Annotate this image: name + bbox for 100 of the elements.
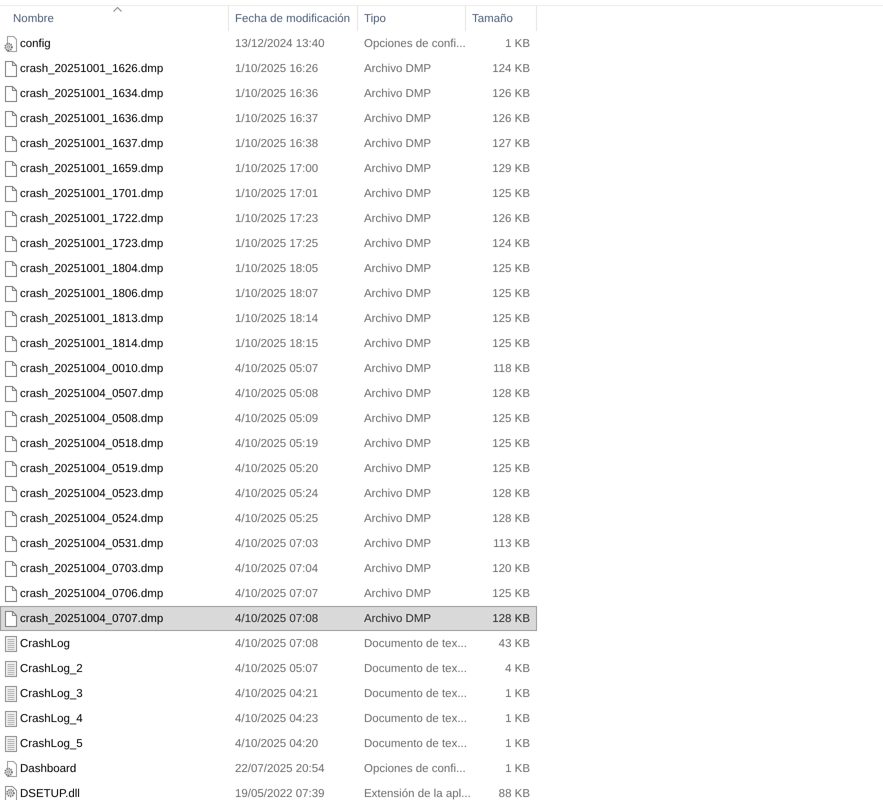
blank-document-icon — [4, 510, 17, 526]
file-name: crash_20251001_1804.dmp — [20, 262, 164, 274]
file-row[interactable]: crash_20251004_0703.dmp 4/10/2025 07:04 Archivo DMP 120 KB — [0, 556, 537, 581]
file-type: Archivo DMP — [364, 338, 432, 350]
file-row[interactable]: config 13/12/2024 13:40 Opciones de confi... 1 KB — [0, 31, 537, 56]
modified-date: 4/10/2025 05:24 — [235, 488, 318, 500]
file-name: crash_20251001_1659.dmp — [20, 162, 164, 174]
modified-date: 4/10/2025 04:21 — [235, 688, 318, 700]
file-type: Archivo DMP — [364, 262, 432, 274]
file-type: Archivo DMP — [364, 212, 432, 224]
file-row[interactable]: crash_20251001_1634.dmp 1/10/2025 16:36 Archivo DMP 126 KB — [0, 81, 537, 106]
file-type: Archivo DMP — [364, 162, 432, 174]
file-type: Opciones de confi... — [364, 762, 466, 774]
file-row[interactable]: crash_20251004_0531.dmp 4/10/2025 07:03 Archivo DMP 113 KB — [0, 531, 537, 556]
file-name: CrashLog_2 — [20, 662, 83, 674]
file-type: Documento de tex... — [364, 688, 467, 700]
file-name: crash_20251004_0507.dmp — [20, 388, 164, 400]
modified-date: 1/10/2025 18:14 — [235, 312, 318, 324]
file-row[interactable]: crash_20251001_1804.dmp 1/10/2025 18:05 Archivo DMP 125 KB — [0, 256, 537, 281]
modified-date: 1/10/2025 17:23 — [235, 212, 318, 224]
file-name: crash_20251004_0523.dmp — [20, 488, 164, 500]
file-size: 126 KB — [492, 88, 530, 100]
file-type: Archivo DMP — [364, 512, 432, 524]
file-size: 125 KB — [492, 338, 530, 350]
file-row[interactable]: crash_20251004_0523.dmp 4/10/2025 05:24 Archivo DMP 128 KB — [0, 481, 537, 506]
file-name: crash_20251004_0518.dmp — [20, 438, 164, 450]
file-row[interactable]: crash_20251001_1659.dmp 1/10/2025 17:00 Archivo DMP 129 KB — [0, 156, 537, 181]
file-name: crash_20251004_0519.dmp — [20, 462, 164, 474]
file-row[interactable]: crash_20251004_0707.dmp 4/10/2025 07:08 Archivo DMP 128 KB — [0, 606, 537, 631]
file-type: Archivo DMP — [364, 588, 432, 600]
file-size: 118 KB — [493, 362, 530, 374]
file-type: Archivo DMP — [364, 562, 432, 574]
column-header[interactable]: Nombre — [0, 6, 229, 31]
blank-document-icon — [4, 460, 17, 476]
column-header[interactable]: Tamaño — [466, 6, 537, 31]
file-type: Archivo DMP — [364, 362, 432, 374]
file-row[interactable]: CrashLog_5 4/10/2025 04:20 Documento de tex... 1 KB — [0, 731, 537, 756]
file-type: Archivo DMP — [364, 88, 432, 100]
modified-date: 4/10/2025 07:08 — [235, 612, 318, 624]
text-document-icon — [4, 710, 17, 726]
file-name: crash_20251001_1636.dmp — [20, 112, 164, 124]
file-type: Archivo DMP — [364, 612, 432, 624]
file-row[interactable]: crash_20251001_1722.dmp 1/10/2025 17:23 Archivo DMP 126 KB — [0, 206, 537, 231]
file-type: Archivo DMP — [364, 238, 432, 250]
file-row[interactable]: crash_20251001_1806.dmp 1/10/2025 18:07 Archivo DMP 125 KB — [0, 281, 537, 306]
modified-date: 1/10/2025 16:38 — [235, 138, 318, 150]
file-row[interactable]: crash_20251001_1814.dmp 1/10/2025 18:15 Archivo DMP 125 KB — [0, 331, 537, 356]
file-row[interactable]: CrashLog_3 4/10/2025 04:21 Documento de tex... 1 KB — [0, 681, 537, 706]
file-row[interactable]: crash_20251001_1723.dmp 1/10/2025 17:25 Archivo DMP 124 KB — [0, 231, 537, 256]
file-row[interactable]: DSETUP.dll 19/05/2022 07:39 Extensión de la apl... 88 KB — [0, 781, 537, 800]
file-name: crash_20251001_1723.dmp — [20, 238, 164, 250]
file-row[interactable]: crash_20251004_0518.dmp 4/10/2025 05:19 Archivo DMP 125 KB — [0, 431, 537, 456]
file-size: 125 KB — [492, 438, 530, 450]
file-size: 125 KB — [492, 462, 530, 474]
file-row[interactable]: crash_20251004_0524.dmp 4/10/2025 05:25 Archivo DMP 128 KB — [0, 506, 537, 531]
file-type: Archivo DMP — [364, 388, 432, 400]
modified-date: 4/10/2025 05:09 — [235, 412, 318, 424]
blank-document-icon — [4, 236, 17, 252]
file-size: 128 KB — [492, 612, 530, 624]
file-row[interactable]: crash_20251004_0508.dmp 4/10/2025 05:09 Archivo DMP 125 KB — [0, 406, 537, 431]
blank-document-icon — [4, 136, 17, 152]
file-name: crash_20251001_1722.dmp — [20, 212, 164, 224]
text-document-icon — [4, 636, 17, 652]
file-name: crash_20251001_1814.dmp — [20, 338, 164, 350]
file-size: 124 KB — [492, 238, 530, 250]
file-row[interactable]: crash_20251004_0519.dmp 4/10/2025 05:20 Archivo DMP 125 KB — [0, 456, 537, 481]
file-row[interactable]: crash_20251001_1626.dmp 1/10/2025 16:26 Archivo DMP 124 KB — [0, 56, 537, 81]
file-row[interactable]: crash_20251004_0706.dmp 4/10/2025 07:07 Archivo DMP 125 KB — [0, 581, 537, 606]
file-size: 128 KB — [492, 388, 530, 400]
blank-document-icon — [4, 360, 17, 376]
file-row[interactable]: CrashLog_2 4/10/2025 05:07 Documento de tex... 4 KB — [0, 656, 537, 681]
gear-document-icon — [4, 36, 17, 52]
column-header[interactable]: Fecha de modificación — [229, 6, 358, 31]
blank-document-icon — [4, 60, 17, 76]
blank-document-icon — [4, 610, 17, 626]
file-type: Documento de tex... — [364, 738, 467, 750]
file-row[interactable]: CrashLog 4/10/2025 07:08 Documento de tex... 43 KB — [0, 631, 537, 656]
modified-date: 4/10/2025 05:07 — [235, 362, 318, 374]
modified-date: 4/10/2025 07:03 — [235, 538, 318, 550]
blank-document-icon — [4, 286, 17, 302]
blank-document-icon — [4, 86, 17, 102]
file-row[interactable]: crash_20251004_0507.dmp 4/10/2025 05:08 Archivo DMP 128 KB — [0, 381, 537, 406]
file-type: Archivo DMP — [364, 312, 432, 324]
modified-date: 4/10/2025 05:07 — [235, 662, 318, 674]
file-row[interactable]: crash_20251001_1813.dmp 1/10/2025 18:14 Archivo DMP 125 KB — [0, 306, 537, 331]
file-row[interactable]: crash_20251001_1637.dmp 1/10/2025 16:38 Archivo DMP 127 KB — [0, 131, 537, 156]
file-row[interactable]: crash_20251001_1636.dmp 1/10/2025 16:37 Archivo DMP 126 KB — [0, 106, 537, 131]
file-row[interactable]: crash_20251004_0010.dmp 4/10/2025 05:07 Archivo DMP 118 KB — [0, 356, 537, 381]
file-row[interactable]: crash_20251001_1701.dmp 1/10/2025 17:01 Archivo DMP 125 KB — [0, 181, 537, 206]
modified-date: 1/10/2025 17:25 — [235, 238, 318, 250]
file-row[interactable]: Dashboard 22/07/2025 20:54 Opciones de confi... 1 KB — [0, 756, 537, 781]
file-size: 127 KB — [492, 138, 530, 150]
file-row[interactable]: CrashLog_4 4/10/2025 04:23 Documento de tex... 1 KB — [0, 706, 537, 731]
modified-date: 1/10/2025 17:00 — [235, 162, 318, 174]
blank-document-icon — [4, 410, 17, 426]
text-document-icon — [4, 686, 17, 702]
column-header[interactable]: Tipo — [358, 6, 466, 31]
modified-date: 4/10/2025 04:23 — [235, 712, 318, 724]
file-name: CrashLog_5 — [20, 738, 83, 750]
file-size: 43 KB — [498, 638, 530, 650]
